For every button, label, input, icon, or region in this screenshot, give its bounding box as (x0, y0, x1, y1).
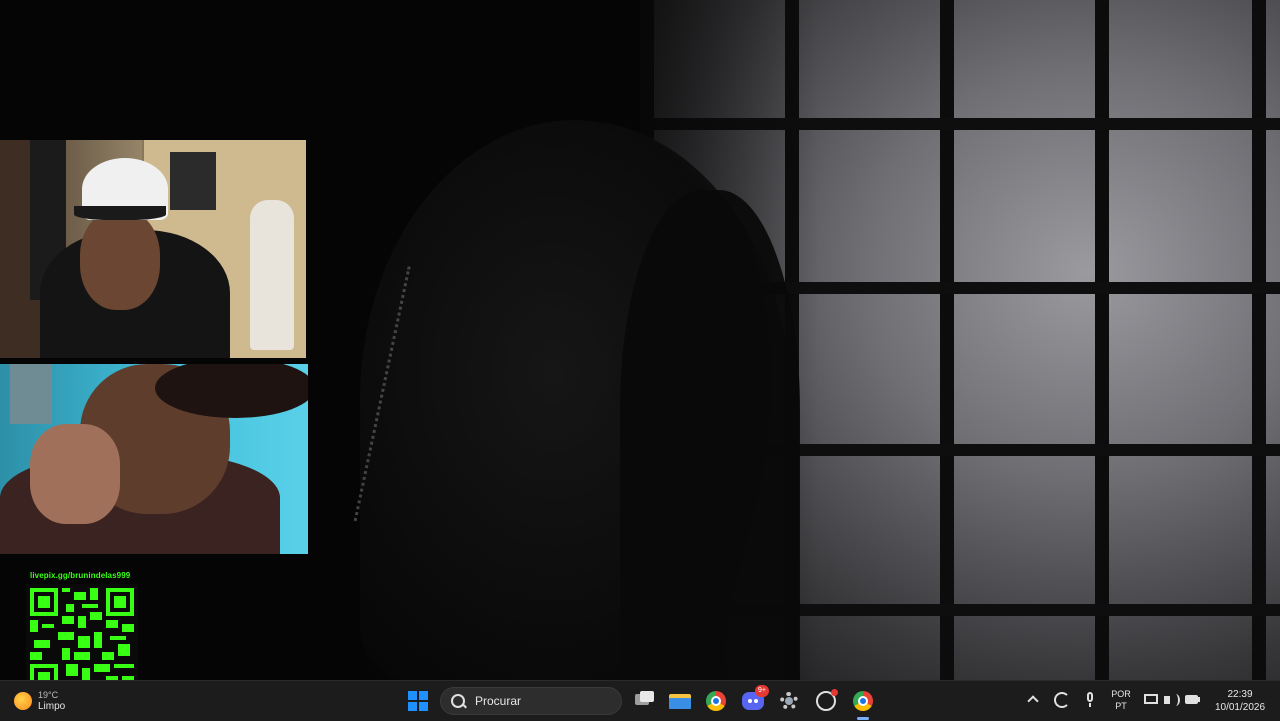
streamer-head (80, 210, 160, 310)
hair (155, 364, 308, 418)
battery-icon[interactable] (1185, 692, 1201, 708)
door (10, 364, 52, 424)
window-bar (940, 0, 954, 680)
app-icon[interactable] (814, 689, 838, 713)
hanging-coat (250, 200, 294, 350)
task-view-icon[interactable] (634, 689, 658, 713)
chevron-up-icon[interactable] (1028, 693, 1038, 703)
weather-temp: 19°C (38, 690, 59, 700)
livepix-url: livepix.gg/brunindelas999 (30, 571, 131, 580)
webcam-streamer (0, 140, 306, 358)
silhouette-figure (620, 190, 800, 680)
discord-badge: 9+ (755, 685, 769, 697)
discord-icon[interactable]: 9+ (741, 685, 769, 713)
guest-hand (30, 424, 120, 524)
search-box[interactable]: Procurar (440, 687, 622, 715)
cap-visor (74, 206, 166, 220)
window-bar (1095, 0, 1109, 680)
search-icon (451, 694, 465, 708)
poster (170, 152, 216, 210)
file-explorer-icon[interactable] (668, 689, 692, 713)
sync-icon[interactable] (1054, 692, 1070, 708)
start-button[interactable] (408, 691, 428, 711)
search-placeholder: Procurar (475, 694, 522, 708)
clock[interactable]: 22:39 10/01/2026 (1206, 688, 1274, 714)
clock-time: 22:39 (1227, 689, 1253, 700)
language-indicator[interactable]: POR PT (1110, 688, 1132, 712)
clock-date: 10/01/2026 (1214, 702, 1266, 713)
webcam-guest (0, 364, 308, 554)
chrome-profile-icon[interactable] (851, 689, 875, 720)
network-icon[interactable] (1144, 692, 1160, 708)
microphone-icon[interactable] (1082, 692, 1098, 708)
weather-widget[interactable]: 19°C Limpo (14, 689, 65, 713)
sun-icon (14, 692, 32, 710)
chrome-icon[interactable] (704, 689, 728, 713)
weather-condition: Limpo (38, 701, 66, 712)
volume-icon[interactable] (1164, 692, 1180, 708)
settings-icon[interactable] (777, 689, 801, 713)
taskbar: 19°C Limpo Procurar 9+ POR PT 22:39 10/0… (0, 680, 1280, 721)
window-bar (1252, 0, 1266, 680)
